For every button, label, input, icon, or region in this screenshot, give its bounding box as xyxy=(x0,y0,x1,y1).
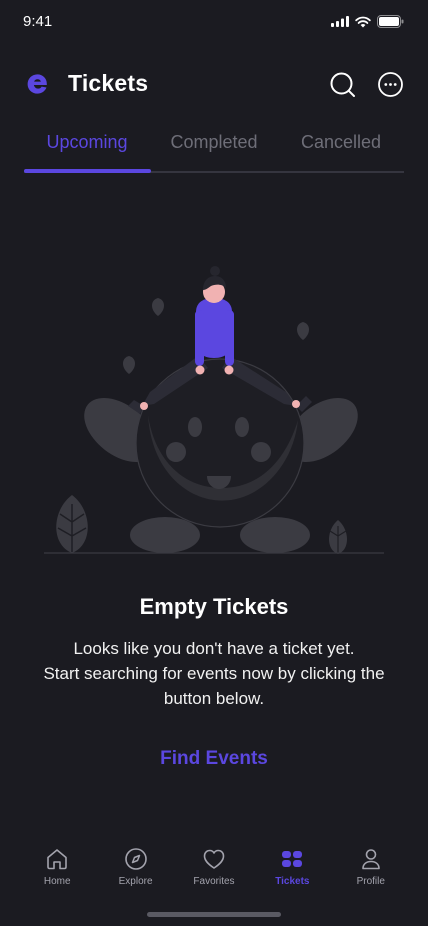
empty-state-line-2: Start searching for events now by clicki… xyxy=(43,664,385,683)
tab-cancelled[interactable]: Cancelled xyxy=(278,132,404,153)
status-bar: 9:41 xyxy=(0,0,428,44)
more-options-button[interactable] xyxy=(376,70,404,98)
status-icons xyxy=(331,15,404,28)
nav-item-tickets[interactable]: Tickets xyxy=(257,846,327,896)
nav-item-favorites[interactable]: Favorites xyxy=(179,846,249,896)
empty-state-message: Looks like you don't have a ticket yet. … xyxy=(24,636,404,711)
compass-icon xyxy=(123,846,149,872)
ticket-tabs: Upcoming Completed Cancelled xyxy=(24,128,404,173)
nav-label-explore: Explore xyxy=(118,876,153,887)
nav-item-profile[interactable]: Profile xyxy=(336,846,406,896)
find-events-button[interactable]: Find Events xyxy=(114,748,314,778)
empty-state-line-3: button below. xyxy=(163,689,265,708)
home-indicator xyxy=(147,912,281,917)
tab-completed[interactable]: Completed xyxy=(151,132,277,153)
ticket-icon xyxy=(279,846,305,872)
nav-label-tickets: Tickets xyxy=(275,876,310,887)
battery-icon xyxy=(377,15,404,28)
nav-label-profile: Profile xyxy=(356,876,385,887)
nav-item-home[interactable]: Home xyxy=(22,846,92,896)
profile-icon xyxy=(358,846,384,872)
app-header: Tickets xyxy=(0,64,428,106)
status-time: 9:41 xyxy=(23,13,53,30)
heart-icon xyxy=(201,846,227,872)
home-icon xyxy=(44,846,70,872)
page-title: Tickets xyxy=(68,70,149,96)
nav-label-favorites: Favorites xyxy=(193,876,235,887)
tab-upcoming[interactable]: Upcoming xyxy=(24,132,150,153)
nav-item-explore[interactable]: Explore xyxy=(101,846,171,896)
active-tab-indicator xyxy=(24,169,151,173)
nav-label-home: Home xyxy=(43,876,71,887)
more-options-icon xyxy=(377,71,403,97)
empty-state-line-1: Looks like you don't have a ticket yet. xyxy=(73,639,355,658)
empty-tickets-illustration xyxy=(40,260,388,560)
search-icon xyxy=(330,72,355,97)
bottom-nav: Home Explore Favorites Tickets Profile xyxy=(0,846,428,896)
empty-state-title: Empty Tickets xyxy=(139,594,289,619)
cellular-signal-icon xyxy=(331,16,349,27)
wifi-icon xyxy=(355,16,371,27)
search-button[interactable] xyxy=(328,70,356,98)
eventhub-logo-icon xyxy=(24,70,52,98)
